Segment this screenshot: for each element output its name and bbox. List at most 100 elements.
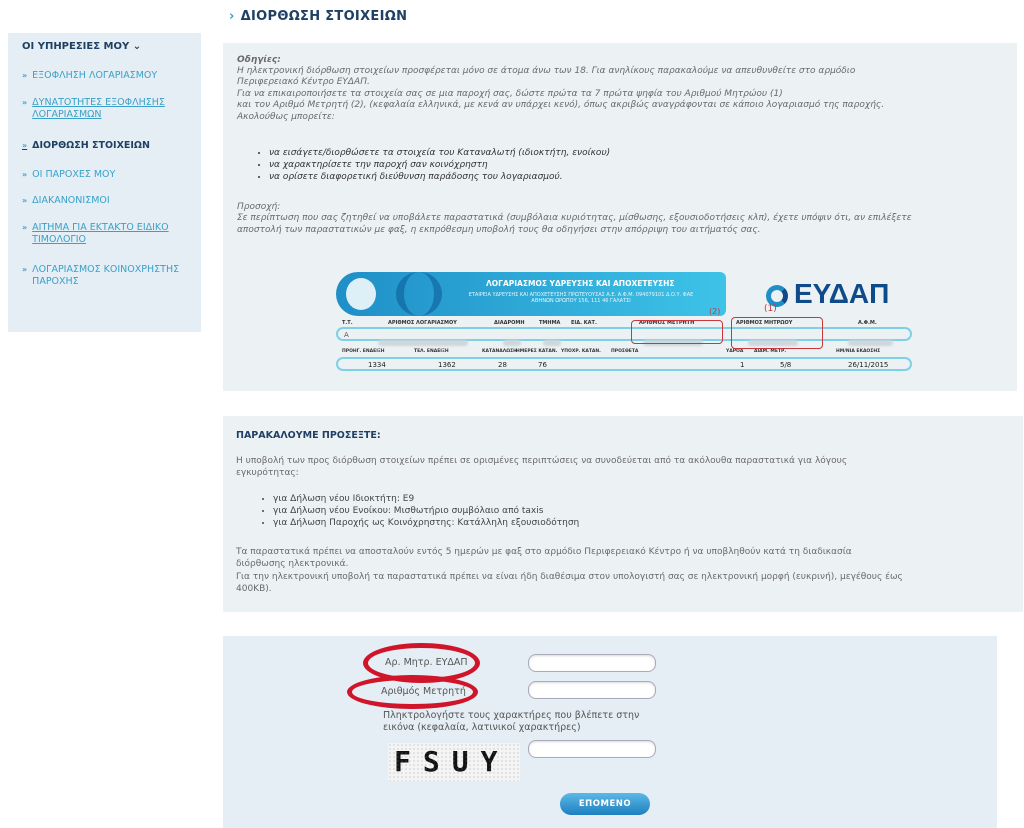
sidebar-item-data-correction[interactable]: » ΔΙΟΡΘΩΣΗ ΣΤΟΙΧΕΙΩΝ bbox=[22, 140, 197, 152]
bill-label: ΑΡΙΘΜΟΣ ΛΟΓΑΡΙΑΣΜΟΥ bbox=[388, 320, 457, 326]
highlight-ellipse bbox=[347, 675, 478, 709]
bill-label: ΠΡΟΣΘΕΤΑ bbox=[611, 349, 639, 354]
sidebar-item-label: ΔΙΟΡΘΩΣΗ ΣΤΟΙΧΕΙΩΝ bbox=[32, 140, 150, 151]
water-drop-icon bbox=[346, 278, 376, 310]
notice-panel: ΠΑΡΑΚΑΛΟΥΜΕ ΠΡΟΣΕΞΤΕ: Η υποβολή των προς… bbox=[223, 416, 1023, 612]
sidebar-item-label: ΔΥΝΑΤΟΤΗΤΕΣ ΕΞΟΦΛΗΣΗΣ ΛΟΓΑΡΙΑΣΜΩΝ bbox=[32, 97, 165, 120]
bill-label: ΥΔΡΟΑ bbox=[726, 349, 744, 354]
bill-cell: 76 bbox=[538, 361, 547, 369]
captcha-instructions: Πληκτρολογήστε τους χαρακτήρες που βλέπε… bbox=[383, 710, 703, 734]
bill-cell: 1 bbox=[740, 361, 745, 369]
notice-title: ΠΑΡΑΚΑΛΟΥΜΕ ΠΡΟΣΕΞΤΕ: bbox=[236, 430, 381, 441]
chevron-right-icon: › bbox=[229, 9, 235, 24]
eydap-logo-text: ΕΥΔΑΠ bbox=[794, 278, 890, 309]
bill-cell: 26/11/2015 bbox=[848, 361, 889, 369]
sidebar-item-label: ΕΞΟΦΛΗΣΗ ΛΟΓΑΡΙΑΣΜΟΥ bbox=[32, 70, 158, 81]
instructions-text: Για να επικαιροποιήσετε τα στοιχεία σας … bbox=[237, 89, 783, 99]
bill-label: ΔΙΑΜ. ΜΕΤΡ. bbox=[754, 349, 787, 354]
notice-text: εγκυρότητας: bbox=[236, 468, 299, 478]
sidebar-item-common-account[interactable]: » ΛΟΓΑΡΙΑΣΜΟΣ ΚΟΙΝΟΧΡΗΣΤΗΣ ΠΑΡΟΧΗΣ bbox=[22, 264, 197, 288]
blurred-cell bbox=[848, 331, 893, 350]
bill-header: ΛΟΓΑΡΙΑΣΜΟΣ ΥΔΡΕΥΣΗΣ ΚΑΙ ΑΠΟΧΕΤΕΥΣΗΣ ΕΤΑ… bbox=[336, 272, 726, 316]
bill-label: ΤΕΛ. ΕΝΔΕΙΞΗ bbox=[414, 349, 449, 354]
notice-list: για Δήλωση νέου Ιδιοκτήτη: Ε9 για Δήλωση… bbox=[263, 493, 579, 529]
bill-label: Τ.Τ. bbox=[342, 320, 353, 326]
correction-form: Αρ. Μητρ. ΕΥΔΑΠ Αριθμός Μετρητή Πληκτρολ… bbox=[223, 636, 997, 828]
instructions-text: και τον Αριθμό Μετρητή (2), (κεφαλαία ελ… bbox=[237, 100, 885, 110]
list-item: για Δήλωση νέου Ιδιοκτήτη: Ε9 bbox=[273, 493, 579, 505]
registry-number-input[interactable] bbox=[528, 654, 656, 672]
sidebar-item-settlements[interactable]: » ΔΙΑΚΑΝΟΝΙΣΜΟΙ bbox=[22, 195, 197, 207]
bill-header-title: ΛΟΓΑΡΙΑΣΜΟΣ ΥΔΡΕΥΣΗΣ ΚΑΙ ΑΠΟΧΕΤΕΥΣΗΣ bbox=[486, 279, 675, 288]
double-chevron-icon: » bbox=[22, 223, 28, 232]
registry-number-highlight bbox=[731, 317, 823, 349]
bill-label: ΗΜΕΡΕΣ ΚΑΤΑΝ. bbox=[516, 349, 558, 354]
sidebar-item-bill-payment[interactable]: » ΕΞΟΦΛΗΣΗ ΛΟΓΑΡΙΑΣΜΟΥ bbox=[22, 70, 197, 82]
note-text: αποστολή των παραστατικών με φαξ, η εκπρ… bbox=[237, 225, 761, 235]
captcha-image: FSUY bbox=[388, 743, 520, 781]
list-item: για Δήλωση Παροχής ως Κοινόχρηστης: Κατά… bbox=[273, 517, 579, 529]
meter-number-input[interactable] bbox=[528, 681, 656, 699]
sample-bill-image: ΛΟΓΑΡΙΑΣΜΟΣ ΥΔΡΕΥΣΗΣ ΚΑΙ ΑΠΟΧΕΤΕΥΣΗΣ ΕΤΑ… bbox=[336, 270, 912, 374]
sidebar-item-special-tariff[interactable]: » ΑΙΤΗΜΑ ΓΙΑ ΕΚΤΑΚΤΟ ΕΙΔΙΚΟ ΤΙΜΟΛΟΓΙΟ bbox=[22, 222, 197, 246]
double-chevron-icon: » bbox=[22, 265, 28, 274]
list-item: να ορίσετε διαφορετική διεύθυνση παράδοσ… bbox=[269, 171, 610, 183]
bill-label: ΥΠΟΧΡ. ΚΑΤΑΝ. bbox=[561, 349, 601, 354]
marker-1: (1) bbox=[764, 304, 777, 314]
notice-text: Για την ηλεκτρονική υποβολή τα παραστατι… bbox=[236, 572, 903, 582]
bill-cell: 28 bbox=[498, 361, 507, 369]
sidebar-item-label: ΛΟΓΑΡΙΑΣΜΟΣ ΚΟΙΝΟΧΡΗΣΤΗΣ ΠΑΡΟΧΗΣ bbox=[32, 264, 180, 287]
bill-label: ΗΜ/ΝΙΑ ΕΚΔΟΣΗΣ bbox=[836, 349, 881, 354]
page-title-text: ΔΙΟΡΘΩΣΗ ΣΤΟΙΧΕΙΩΝ bbox=[240, 9, 408, 24]
bill-label: ΠΡΟΗΓ. ΕΝΔΕΙΞΗ bbox=[342, 349, 385, 354]
meter-number-highlight bbox=[631, 320, 723, 344]
note-heading: Προσοχή: bbox=[237, 202, 281, 212]
instructions-text: Ακολούθως μπορείτε: bbox=[237, 112, 335, 122]
captcha-instructions-line: εικόνα (κεφαλαία, λατινικοί χαρακτήρες) bbox=[383, 722, 581, 733]
marker-2: (2) bbox=[709, 307, 721, 316]
captcha-input[interactable] bbox=[528, 740, 656, 758]
blurred-cell bbox=[543, 331, 561, 350]
instructions-list: να εισάγετε/διορθώσετε τα στοιχεία του Κ… bbox=[257, 147, 610, 183]
double-chevron-icon: » bbox=[22, 98, 28, 107]
bill-cell: 1334 bbox=[368, 361, 386, 369]
notice-text: Η υποβολή των προς διόρθωση στοιχείων πρ… bbox=[236, 456, 848, 466]
bill-cell: 5/8 bbox=[780, 361, 792, 369]
sidebar: ΟΙ ΥΠΗΡΕΣΙΕΣ ΜΟΥ ⌄ » ΕΞΟΦΛΗΣΗ ΛΟΓΑΡΙΑΣΜΟΥ… bbox=[8, 33, 201, 332]
bill-header-subtitle: ΕΤΑΙΡΕΙΑ ΥΔΡΕΥΣΗΣ ΚΑΙ ΑΠΟΧΕΤΕΥΣΗΣ ΠΡΩΤΕΥ… bbox=[468, 292, 694, 304]
sidebar-item-payment-options[interactable]: » ΔΥΝΑΤΟΤΗΤΕΣ ΕΞΟΦΛΗΣΗΣ ΛΟΓΑΡΙΑΣΜΩΝ bbox=[22, 97, 197, 121]
double-chevron-icon: » bbox=[22, 71, 28, 80]
double-chevron-icon: » bbox=[22, 196, 28, 205]
sidebar-item-label: ΔΙΑΚΑΝΟΝΙΣΜΟΙ bbox=[32, 195, 110, 206]
blurred-cell bbox=[503, 331, 521, 350]
blurred-cell bbox=[378, 331, 468, 350]
bill-label: Α.Φ.Μ. bbox=[858, 320, 877, 326]
instructions-heading: Οδηγίες: bbox=[237, 55, 281, 65]
page-title: › ΔΙΟΡΘΩΣΗ ΣΤΟΙΧΕΙΩΝ bbox=[229, 9, 407, 24]
eydap-logo: ΕΥΔΑΠ bbox=[766, 278, 889, 310]
note-text: Σε περίπτωση που σας ζητηθεί να υποβάλετ… bbox=[237, 213, 912, 223]
notice-text: διόρθωσης ηλεκτρονικά. bbox=[236, 559, 349, 569]
bill-cell: Α bbox=[344, 331, 349, 339]
instructions-text: Περιφερειακό Κέντρο ΕΥΔΑΠ. bbox=[237, 77, 370, 87]
notice-text: Τα παραστατικά πρέπει να αποσταλούν εντό… bbox=[236, 547, 852, 557]
sidebar-item-label: ΟΙ ΠΑΡΟΧΕΣ ΜΟΥ bbox=[32, 169, 116, 180]
bill-label: ΚΑΤΑΝΑΛΩΣΗ bbox=[482, 349, 517, 354]
bill-label: ΔΙΑΔΡΟΜΗ bbox=[494, 320, 525, 326]
captcha-instructions-line: Πληκτρολογήστε τους χαρακτήρες που βλέπε… bbox=[383, 710, 640, 721]
bill-row-account: Α bbox=[336, 327, 912, 346]
instructions-text: Η ηλεκτρονική διόρθωση στοιχείων προσφέρ… bbox=[237, 66, 856, 76]
sidebar-heading[interactable]: ΟΙ ΥΠΗΡΕΣΙΕΣ ΜΟΥ ⌄ bbox=[22, 41, 141, 52]
sidebar-item-label: ΑΙΤΗΜΑ ΓΙΑ ΕΚΤΑΚΤΟ ΕΙΔΙΚΟ ΤΙΜΟΛΟΓΙΟ bbox=[32, 222, 169, 245]
bill-label: ΕΙΔ. ΚΑΤ. bbox=[571, 320, 597, 326]
list-item: να εισάγετε/διορθώσετε τα στοιχεία του Κ… bbox=[269, 147, 610, 159]
list-item: για Δήλωση νέου Ενοίκου: Μισθωτήριο συμβ… bbox=[273, 505, 579, 517]
notice-text: 400KB). bbox=[236, 584, 272, 594]
double-chevron-icon: » bbox=[22, 141, 28, 150]
sidebar-item-my-connections[interactable]: » ΟΙ ΠΑΡΟΧΕΣ ΜΟΥ bbox=[22, 169, 197, 181]
bill-row-readings: 1334 1362 28 76 1 5/8 26/11/2015 bbox=[336, 357, 912, 371]
next-button[interactable]: ΕΠΟΜΕΝΟ bbox=[560, 793, 650, 815]
wave-graphic bbox=[396, 272, 442, 316]
bill-cell: 1362 bbox=[438, 361, 456, 369]
list-item: να χαρακτηρίσετε την παροχή σαν κοινόχρη… bbox=[269, 159, 610, 171]
